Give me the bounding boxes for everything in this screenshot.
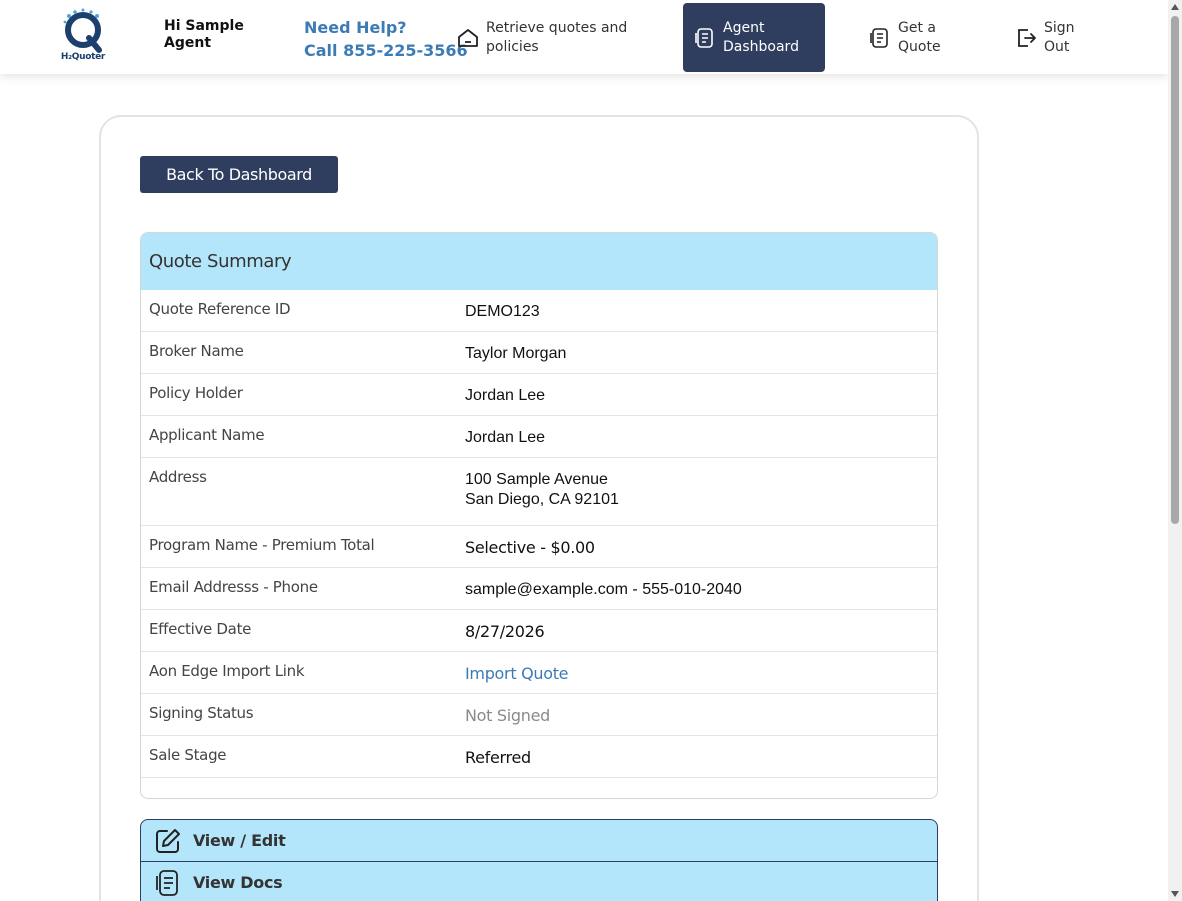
row-label: Sale Stage: [149, 746, 227, 764]
address-line-2: San Diego, CA 92101: [465, 491, 619, 508]
table-row: Effective Date 8/27/2026: [141, 610, 937, 652]
table-row: Sale Stage Referred: [141, 736, 937, 778]
table-row: Signing Status Not Signed: [141, 694, 937, 736]
scroll-up-arrow-icon[interactable]: [1171, 4, 1179, 10]
row-label: Quote Reference ID: [149, 300, 291, 318]
nav-quote-label-1: Get a: [898, 19, 936, 36]
table-row: Applicant Name Jordan Lee: [141, 416, 937, 458]
document-icon: [156, 869, 178, 896]
policy-holder-value: Jordan Lee: [465, 387, 546, 404]
scroll-down-arrow-icon[interactable]: [1171, 891, 1179, 897]
help-phone[interactable]: Call 855-225-3566: [304, 39, 468, 62]
nav-get-quote[interactable]: Get a Quote: [858, 3, 968, 72]
nav-signout-label-2: Out: [1044, 38, 1070, 55]
top-header: H₂Quoter Hi Sample Agent Need Help? Call…: [0, 0, 1168, 74]
row-label: Applicant Name: [149, 426, 265, 444]
document-icon: [695, 27, 713, 48]
view-edit-button[interactable]: View / Edit: [140, 819, 938, 862]
broker-name-value: Taylor Morgan: [465, 345, 567, 362]
table-row: Policy Holder Jordan Lee: [141, 374, 937, 416]
sign-out-icon: [1018, 28, 1036, 47]
table-row: Program Name - Premium Total Selective -…: [141, 526, 937, 568]
nav-quote-label-2: Quote: [898, 38, 941, 55]
table-row: Broker Name Taylor Morgan: [141, 332, 937, 374]
table-row: Aon Edge Import Link Import Quote: [141, 652, 937, 694]
nav-sign-out[interactable]: Sign Out: [1004, 3, 1114, 72]
help-contact[interactable]: Need Help? Call 855-225-3566: [304, 16, 468, 62]
document-icon: [870, 27, 888, 48]
logo-q-icon: [63, 8, 102, 53]
row-label: Signing Status: [149, 704, 254, 722]
row-label: Broker Name: [149, 342, 244, 360]
nav-agent-dashboard[interactable]: Agent Dashboard: [683, 3, 825, 72]
row-label: Program Name - Premium Total: [149, 536, 375, 554]
applicant-name-value: Jordan Lee: [465, 429, 546, 446]
nav-retrieve-quotes[interactable]: Retrieve quotes and policies: [446, 3, 646, 72]
row-label: Address: [149, 468, 207, 486]
row-label: Effective Date: [149, 620, 252, 638]
brand-logo[interactable]: H₂Quoter: [55, 8, 111, 66]
quote-reference-value: DEMO123: [465, 303, 540, 320]
nav-signout-label-1: Sign: [1044, 19, 1075, 36]
scrollbar-thumb[interactable]: [1171, 16, 1179, 524]
help-title: Need Help?: [304, 18, 407, 37]
nav-retrieve-label-1: Retrieve quotes and: [486, 19, 628, 36]
greeting-text: Hi Sample Agent: [164, 18, 244, 51]
signing-status-value: Not Signed: [465, 706, 551, 725]
nav-agent-label-2: Dashboard: [723, 38, 799, 55]
table-row: Address 100 Sample Avenue San Diego, CA …: [141, 458, 937, 526]
address-value: 100 Sample Avenue San Diego, CA 92101: [457, 458, 937, 525]
nav-agent-label-1: Agent: [723, 19, 765, 36]
table-row: Quote Reference ID DEMO123: [141, 290, 937, 332]
logo-text: H₂Quoter: [60, 52, 106, 62]
email-phone-value: sample@example.com - 555-010-2040: [465, 581, 742, 598]
row-label: Aon Edge Import Link: [149, 662, 305, 680]
table-row: Email Addresss - Phone sample@example.co…: [141, 568, 937, 610]
quote-summary-table: Quote Summary Quote Reference ID DEMO123…: [140, 232, 938, 799]
edit-icon: [156, 828, 180, 853]
nav-retrieve-label-2: policies: [486, 38, 539, 55]
home-icon: [458, 28, 478, 47]
view-docs-label: View Docs: [193, 873, 283, 892]
page-scrollbar[interactable]: [1168, 0, 1182, 901]
effective-date-value: 8/27/2026: [465, 622, 545, 641]
back-to-dashboard-button[interactable]: Back To Dashboard: [140, 156, 338, 193]
import-quote-link[interactable]: Import Quote: [457, 652, 937, 693]
view-docs-button[interactable]: View Docs: [140, 861, 938, 901]
address-line-1: 100 Sample Avenue: [465, 471, 608, 488]
sale-stage-value: Referred: [465, 748, 531, 767]
program-premium-value: Selective - $0.00: [465, 538, 595, 557]
row-label: Policy Holder: [149, 384, 243, 402]
quote-summary-title: Quote Summary: [141, 233, 937, 290]
row-label: Email Addresss - Phone: [149, 578, 318, 596]
view-edit-label: View / Edit: [193, 831, 286, 850]
